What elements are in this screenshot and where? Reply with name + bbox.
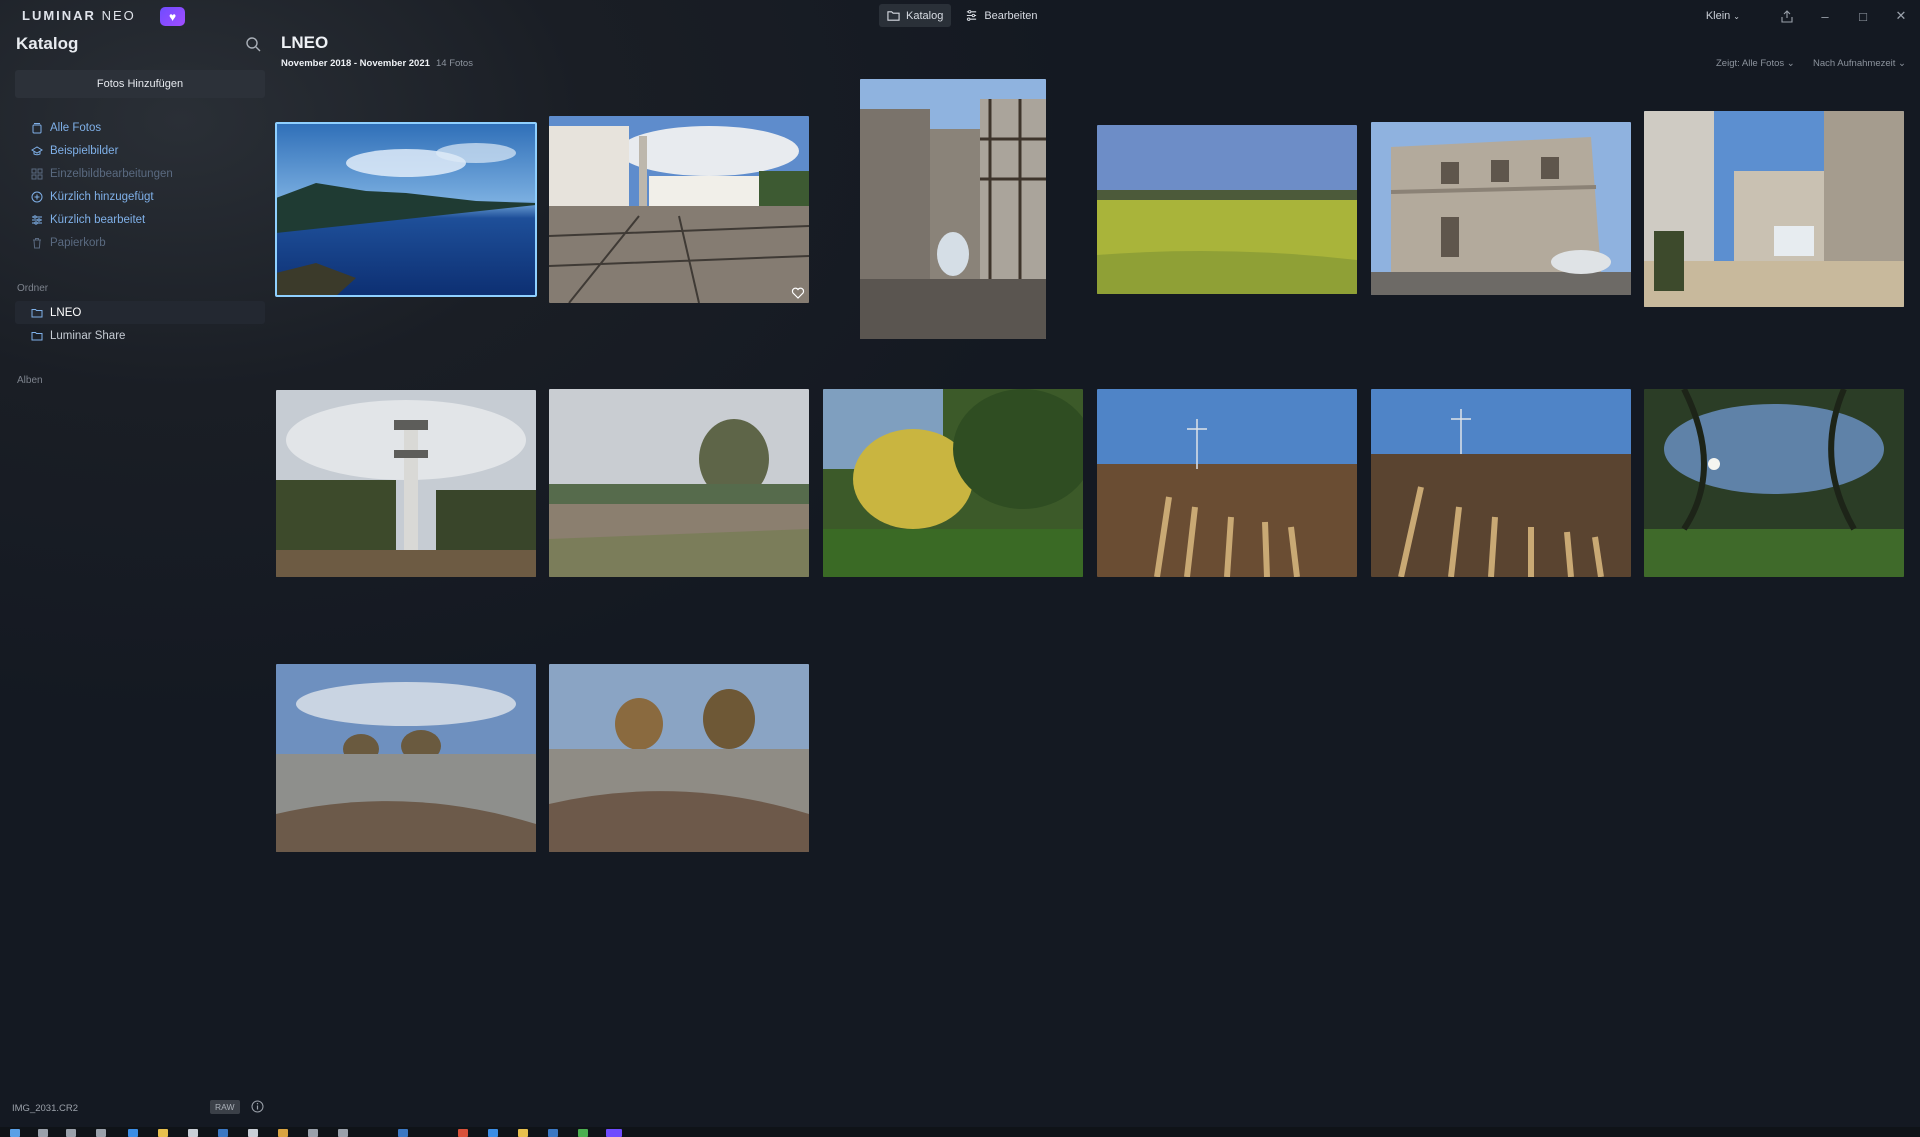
sort-dropdown[interactable]: Nach Aufnahmezeit ⌄ xyxy=(1813,58,1906,69)
view-size-dropdown[interactable]: Klein ⌄ xyxy=(1706,10,1740,22)
search-icon[interactable] xyxy=(38,1129,48,1137)
task-view-icon[interactable] xyxy=(96,1129,106,1137)
folder-item-label: LNEO xyxy=(50,306,82,319)
albums-section-label: Alben xyxy=(17,375,43,386)
folder-icon xyxy=(31,331,43,340)
sliders-icon xyxy=(967,10,977,21)
sidebar-item-einzelbildbearbeitungen[interactable]: Einzelbildbearbeitungen xyxy=(15,162,265,185)
photo-thumbnail-stubble-field-1[interactable] xyxy=(1097,389,1357,577)
explorer-icon[interactable] xyxy=(158,1129,168,1137)
photo-thumbnail-stubble-field-2[interactable] xyxy=(1371,389,1631,577)
sidebar-item-label: Kürzlich hinzugefügt xyxy=(50,190,154,203)
app-icon[interactable] xyxy=(308,1129,318,1137)
tab-bearbeiten-label: Bearbeiten xyxy=(984,9,1038,22)
os-taskbar xyxy=(0,1127,1920,1137)
app-icon[interactable] xyxy=(218,1129,228,1137)
window-controls: Klein ⌄ – □ ✕ xyxy=(1706,0,1920,32)
sidebar-item-label: Kürzlich bearbeitet xyxy=(50,213,146,226)
sidebar-item-label: Alle Fotos xyxy=(50,121,102,134)
sidebar-item-beispielbilder[interactable]: Beispielbilder xyxy=(15,139,265,162)
share-icon[interactable] xyxy=(1768,0,1806,32)
photo-thumbnail-old-building[interactable] xyxy=(1371,122,1631,295)
folders-section-label: Ordner xyxy=(17,283,49,294)
chevron-down-icon: ⌄ xyxy=(1786,58,1795,69)
app-icon[interactable] xyxy=(398,1129,408,1137)
folder-icon xyxy=(31,308,43,317)
app-icon[interactable] xyxy=(278,1129,288,1137)
sort-label: Nach Aufnahmezeit xyxy=(1813,58,1896,69)
plus-circle-icon xyxy=(31,191,43,202)
tab-bearbeiten[interactable]: Bearbeiten xyxy=(957,4,1045,27)
sidebar-item-kuerzlich-hinzugefuegt[interactable]: Kürzlich hinzugefügt xyxy=(15,185,265,208)
sidebar-item-alle-fotos[interactable]: Alle Fotos xyxy=(15,116,265,139)
mail-icon[interactable] xyxy=(188,1129,198,1137)
add-photos-button[interactable]: Fotos Hinzufügen xyxy=(15,70,265,98)
folder-icon xyxy=(887,11,900,21)
chevron-down-icon: ⌄ xyxy=(1898,58,1906,69)
photo-thumbnail-monastery-plaza[interactable] xyxy=(549,116,809,303)
tab-katalog[interactable]: Katalog xyxy=(879,4,952,27)
start-icon[interactable] xyxy=(10,1129,20,1137)
close-icon[interactable]: ✕ xyxy=(1882,0,1920,32)
folder-item-luminar-share[interactable]: Luminar Share xyxy=(15,324,265,347)
minimize-icon[interactable]: – xyxy=(1806,0,1844,32)
view-size-label: Klein xyxy=(1705,10,1731,22)
photo-thumbnail-coast-cliffs[interactable] xyxy=(275,122,537,297)
info-icon[interactable] xyxy=(251,1100,264,1113)
filter-label: Zeigt: Alle Fotos xyxy=(1716,58,1785,69)
search-icon[interactable] xyxy=(245,36,261,52)
photo-thumbnail-heath-tree[interactable] xyxy=(549,389,809,577)
raw-badge: RAW xyxy=(210,1100,240,1114)
luminar-taskbar-icon[interactable] xyxy=(606,1129,622,1137)
filter-dropdown[interactable]: Zeigt: Alle Fotos ⌄ xyxy=(1716,58,1795,69)
photo-thumbnail-castle-gate[interactable] xyxy=(860,79,1046,339)
page-title: LNEO xyxy=(281,33,329,52)
maximize-icon[interactable]: □ xyxy=(1844,0,1882,32)
trash-icon xyxy=(33,237,41,248)
photo-thumbnail-autumn-forest[interactable] xyxy=(823,389,1083,577)
grid-icon xyxy=(31,168,43,179)
app-logo: LUMINAR NEO xyxy=(22,8,136,23)
app-icon[interactable] xyxy=(488,1129,498,1137)
photo-count: 14 Fotos xyxy=(436,58,473,69)
edge-icon[interactable] xyxy=(128,1129,138,1137)
folder-list: LNEO Luminar Share xyxy=(15,301,265,347)
photo-thumbnail-park-trees[interactable] xyxy=(1644,389,1904,577)
logo-text: LUMINAR xyxy=(22,8,96,23)
sidebar-item-label: Papierkorb xyxy=(50,236,106,249)
photo-thumbnail-observation-tower[interactable] xyxy=(276,390,536,577)
heart-icon[interactable] xyxy=(791,286,805,300)
stack-icon xyxy=(32,122,42,133)
mode-tabs: Katalog Bearbeiten xyxy=(879,4,1046,27)
status-filename: IMG_2031.CR2 xyxy=(12,1103,79,1114)
app-icon[interactable] xyxy=(518,1129,528,1137)
sidebar-title: Katalog xyxy=(16,34,79,53)
photo-thumbnail-rapeseed-field[interactable] xyxy=(1097,125,1357,294)
graduation-icon xyxy=(31,145,43,155)
sidebar-item-label: Einzelbildbearbeitungen xyxy=(50,167,173,180)
app-icon[interactable] xyxy=(248,1129,258,1137)
app-icon[interactable] xyxy=(548,1129,558,1137)
app-icon[interactable] xyxy=(578,1129,588,1137)
app-icon[interactable] xyxy=(458,1129,468,1137)
folder-item-lneo[interactable]: LNEO xyxy=(15,301,265,324)
sliders-icon xyxy=(32,214,42,225)
photo-thumbnail-frosty-heath-2[interactable] xyxy=(549,664,809,852)
sidebar-item-label: Beispielbilder xyxy=(50,144,119,157)
cortana-icon[interactable] xyxy=(66,1129,76,1137)
catalog-nav: Alle Fotos Beispielbilder Einzelbildbear… xyxy=(15,116,265,254)
chevron-down-icon: ⌄ xyxy=(1733,11,1740,21)
app-icon[interactable] xyxy=(338,1129,348,1137)
folder-item-label: Luminar Share xyxy=(50,329,126,342)
tab-katalog-label: Katalog xyxy=(906,9,944,22)
photo-thumbnail-frosty-heath-1[interactable] xyxy=(276,664,536,852)
sidebar-item-papierkorb[interactable]: Papierkorb xyxy=(15,231,265,254)
photo-thumbnail-village-street[interactable] xyxy=(1644,111,1904,307)
chat-heart-icon[interactable]: ♥ xyxy=(160,7,185,26)
date-range: November 2018 - November 2021 xyxy=(281,58,430,69)
logo-neo-text: NEO xyxy=(101,8,136,23)
sidebar-item-kuerzlich-bearbeitet[interactable]: Kürzlich bearbeitet xyxy=(15,208,265,231)
title-bar: LUMINAR NEO ♥ Katalog Bearbeiten Klein ⌄… xyxy=(0,0,1920,32)
sidebar: Katalog Fotos Hinzufügen Alle Fotos Beis… xyxy=(0,32,272,1092)
